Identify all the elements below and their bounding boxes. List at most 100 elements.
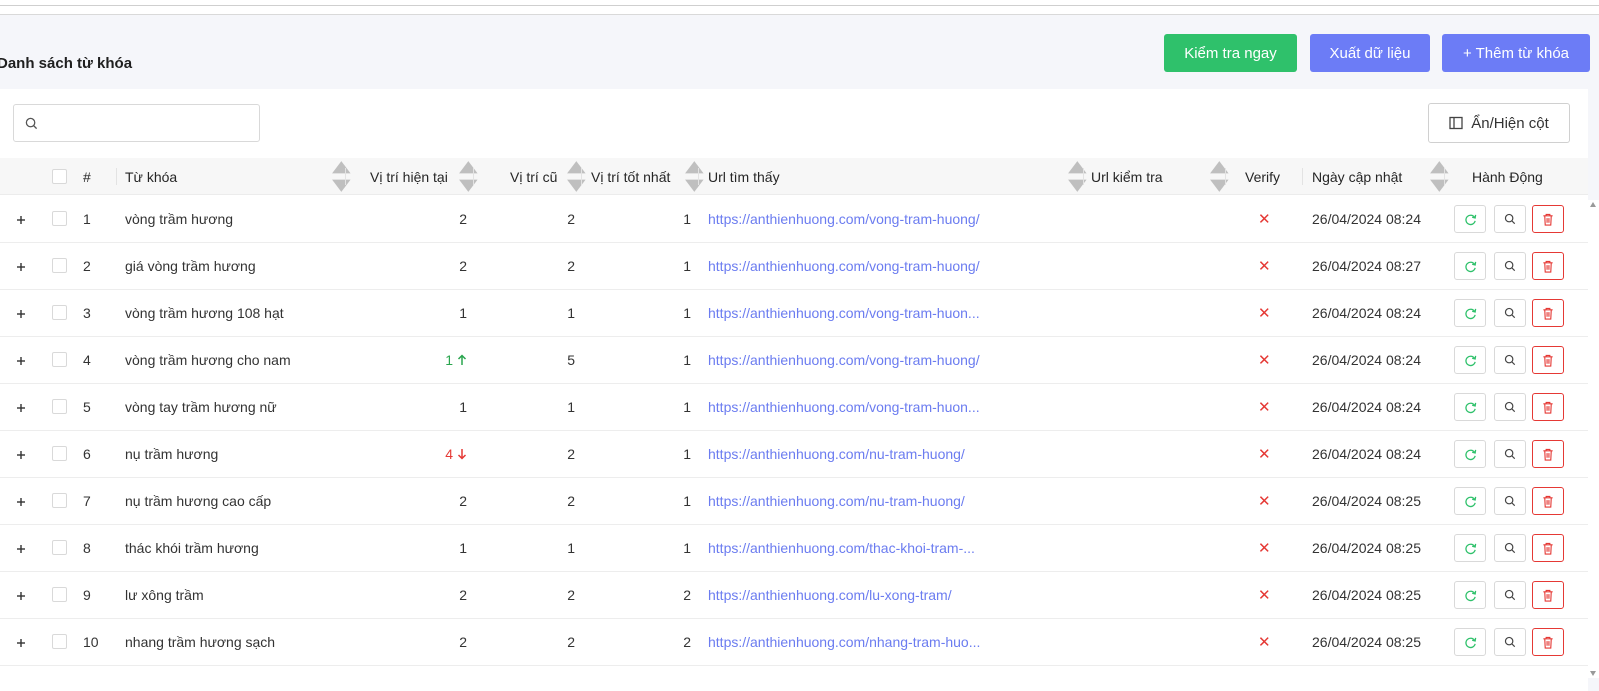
delete-button[interactable] xyxy=(1532,299,1564,327)
row-url-link[interactable]: https://anthienhuong.com/lu-xong-tram/ xyxy=(708,571,952,618)
header-best-position[interactable]: Vị trí tốt nhất xyxy=(591,158,670,195)
row-checkbox[interactable] xyxy=(52,258,67,273)
trash-icon xyxy=(1542,213,1554,226)
header-divider xyxy=(581,168,582,185)
row-checkbox[interactable] xyxy=(52,399,67,414)
refresh-button[interactable] xyxy=(1454,534,1486,562)
refresh-button[interactable] xyxy=(1454,440,1486,468)
refresh-button[interactable] xyxy=(1454,581,1486,609)
row-checkbox[interactable] xyxy=(52,587,67,602)
delete-button[interactable] xyxy=(1532,252,1564,280)
header-url-check[interactable]: Url kiểm tra xyxy=(1091,158,1163,195)
header-old-position[interactable]: Vị trí cũ xyxy=(510,158,557,195)
delete-button[interactable] xyxy=(1532,393,1564,421)
delete-button[interactable] xyxy=(1532,487,1564,515)
row-url-link[interactable]: https://anthienhuong.com/nu-tram-huong/ xyxy=(708,477,965,524)
expand-row-icon[interactable] xyxy=(15,213,27,225)
check-now-button[interactable]: Kiểm tra ngay xyxy=(1164,34,1297,72)
delete-button[interactable] xyxy=(1532,581,1564,609)
search-row-button[interactable] xyxy=(1494,205,1526,233)
expand-row-icon[interactable] xyxy=(15,260,27,272)
header-updated[interactable]: Ngày cập nhật xyxy=(1312,158,1402,195)
row-url-link[interactable]: https://anthienhuong.com/nhang-tram-huo.… xyxy=(708,618,980,665)
row-keyword: vòng trầm hương xyxy=(125,210,234,227)
sort-icon[interactable] xyxy=(1427,158,1452,195)
search-row-button[interactable] xyxy=(1494,252,1526,280)
refresh-button[interactable] xyxy=(1454,299,1486,327)
delete-button[interactable] xyxy=(1532,205,1564,233)
row-checkbox[interactable] xyxy=(52,493,67,508)
scrollbar[interactable] xyxy=(1588,200,1599,678)
row-url-link[interactable]: https://anthienhuong.com/vong-tram-huong… xyxy=(708,336,980,383)
expand-row-icon[interactable] xyxy=(15,542,27,554)
search-input[interactable] xyxy=(46,105,256,141)
expand-row-icon[interactable] xyxy=(15,448,27,460)
row-url-link[interactable]: https://anthienhuong.com/vong-tram-huon.… xyxy=(708,383,980,430)
current-position-value: 2 xyxy=(459,210,467,227)
expand-row-icon[interactable] xyxy=(15,354,27,366)
row-checkbox[interactable] xyxy=(52,352,67,367)
row-checkbox[interactable] xyxy=(52,305,67,320)
row-old-position: 2 xyxy=(567,257,575,274)
search-row-button[interactable] xyxy=(1494,393,1526,421)
row-url-link[interactable]: https://anthienhuong.com/nu-tram-huong/ xyxy=(708,430,965,477)
row-checkbox[interactable] xyxy=(52,211,67,226)
delete-button[interactable] xyxy=(1532,440,1564,468)
refresh-button[interactable] xyxy=(1454,346,1486,374)
row-best-position: 1 xyxy=(683,445,691,462)
expand-row-icon[interactable] xyxy=(15,636,27,648)
sort-icon[interactable] xyxy=(1065,158,1090,195)
header-keyword[interactable]: Từ khóa xyxy=(125,158,177,195)
search-icon xyxy=(1504,354,1516,366)
search-row-button[interactable] xyxy=(1494,440,1526,468)
search-row-button[interactable] xyxy=(1494,487,1526,515)
row-url-link[interactable]: https://anthienhuong.com/vong-tram-huong… xyxy=(708,242,980,289)
search-row-button[interactable] xyxy=(1494,581,1526,609)
scroll-up-arrow[interactable] xyxy=(1590,202,1596,207)
row-index: 2 xyxy=(83,257,91,274)
expand-row-icon[interactable] xyxy=(15,495,27,507)
sort-icon[interactable] xyxy=(682,158,707,195)
export-data-button[interactable]: Xuất dữ liệu xyxy=(1310,34,1430,72)
expand-row-icon[interactable] xyxy=(15,401,27,413)
refresh-button[interactable] xyxy=(1454,628,1486,656)
toggle-columns-button[interactable]: Ẩn/Hiện cột xyxy=(1428,103,1570,143)
search-row-button[interactable] xyxy=(1494,628,1526,656)
verify-x-icon: ✕ xyxy=(1258,351,1271,369)
expand-row-icon[interactable] xyxy=(15,307,27,319)
row-url-link[interactable]: https://anthienhuong.com/thac-khoi-tram-… xyxy=(708,524,975,571)
search-box[interactable] xyxy=(13,104,260,142)
search-row-button[interactable] xyxy=(1494,534,1526,562)
select-all-checkbox[interactable] xyxy=(52,169,67,184)
row-updated-date: 26/04/2024 08:24 xyxy=(1312,351,1421,368)
delete-button[interactable] xyxy=(1532,628,1564,656)
row-checkbox[interactable] xyxy=(52,446,67,461)
refresh-icon xyxy=(1464,307,1477,320)
search-row-button[interactable] xyxy=(1494,299,1526,327)
scroll-down-arrow[interactable] xyxy=(1590,671,1596,676)
row-url-link[interactable]: https://anthienhuong.com/vong-tram-huong… xyxy=(708,195,980,242)
row-url-link[interactable]: https://anthienhuong.com/vong-tram-huon.… xyxy=(708,289,980,336)
row-updated-date: 26/04/2024 08:25 xyxy=(1312,492,1421,509)
refresh-button[interactable] xyxy=(1454,487,1486,515)
header-current-position[interactable]: Vị trí hiện tại xyxy=(370,158,448,195)
sort-icon[interactable] xyxy=(456,158,481,195)
sort-icon[interactable] xyxy=(564,158,589,195)
header-url-found[interactable]: Url tìm thấy xyxy=(708,158,780,195)
row-keyword: vòng trầm hương cho nam xyxy=(125,351,291,368)
sort-icon[interactable] xyxy=(1207,158,1232,195)
trash-icon xyxy=(1542,307,1554,320)
refresh-button[interactable] xyxy=(1454,205,1486,233)
row-checkbox[interactable] xyxy=(52,540,67,555)
row-checkbox[interactable] xyxy=(52,634,67,649)
table-row: 7 nụ trầm hương cao cấp 2 2 1 https://anthien… xyxy=(0,477,1588,525)
refresh-button[interactable] xyxy=(1454,252,1486,280)
delete-button[interactable] xyxy=(1532,534,1564,562)
search-row-button[interactable] xyxy=(1494,346,1526,374)
current-position-value: 1 xyxy=(445,351,453,368)
expand-row-icon[interactable] xyxy=(15,589,27,601)
refresh-button[interactable] xyxy=(1454,393,1486,421)
sort-icon[interactable] xyxy=(329,158,354,195)
add-keyword-button[interactable]: + Thêm từ khóa xyxy=(1442,34,1590,72)
delete-button[interactable] xyxy=(1532,346,1564,374)
